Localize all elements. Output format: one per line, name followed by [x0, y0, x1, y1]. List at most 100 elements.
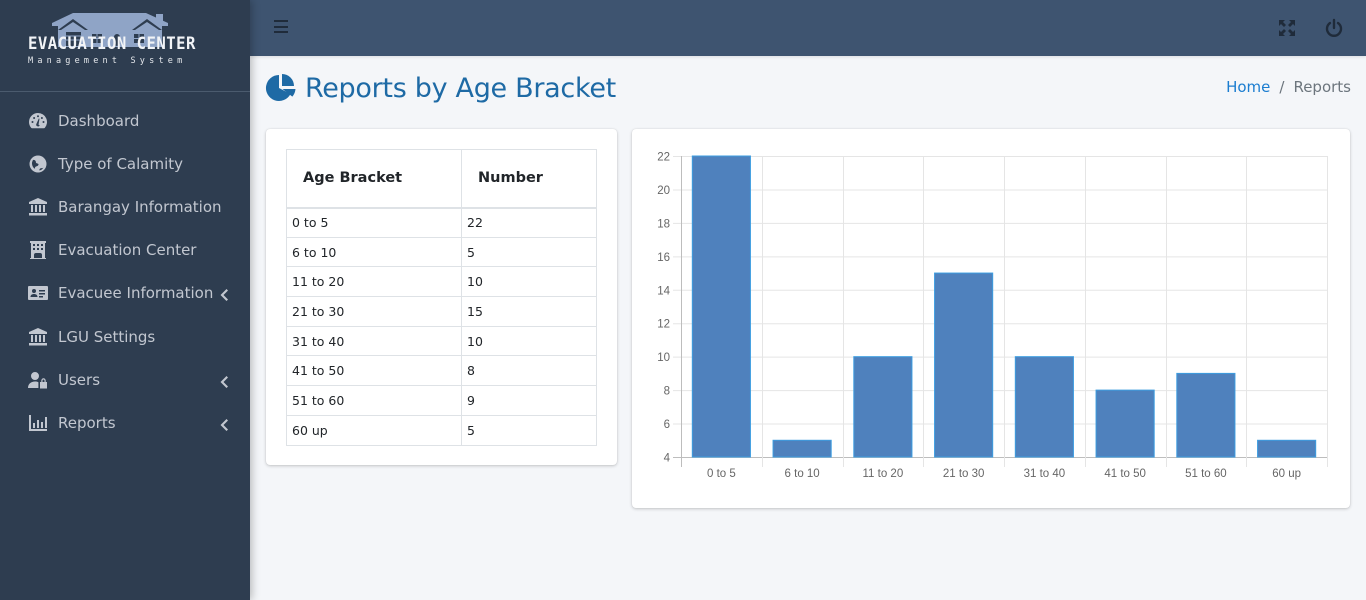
globe-icon: [27, 154, 49, 174]
chevron-left-icon[interactable]: [220, 417, 228, 431]
brand-title: EVACUATION CENTER: [28, 34, 196, 54]
table-row: 6 to 10 5: [286, 236, 597, 268]
number-cell: 22: [461, 207, 597, 238]
x-tick-label: 41 to 50: [1104, 468, 1146, 480]
page-title: Reports by Age Bracket: [265, 72, 616, 104]
sidebar-item-label: Evacuation Center: [58, 241, 197, 260]
sidebar-item-dashboard[interactable]: Dashboard: [0, 99, 250, 142]
sidebar: EVACUATION CENTER Management System Dash…: [0, 0, 250, 600]
sidebar-item-label: Evacuee Information: [58, 284, 214, 303]
number-cell: 15: [461, 296, 597, 327]
age-bracket-cell: 41 to 50: [286, 355, 462, 387]
bar-chart-icon: [27, 413, 49, 433]
breadcrumb-home-link[interactable]: Home: [1226, 78, 1270, 96]
y-tick-label: 18: [657, 218, 670, 230]
age-bracket-chart-card: 4 6 8 10 12 14 16 18 20 22 0 to 5 6 to 10 11 to 20 21…: [632, 129, 1350, 508]
page-heading: Reports by Age Bracket: [305, 72, 616, 104]
y-tick-label: 16: [657, 252, 670, 264]
brand-subtitle: Management System: [28, 56, 187, 66]
breadcrumb-separator: /: [1279, 78, 1285, 96]
y-tick-label: 20: [657, 185, 670, 197]
sidebar-item-lgu-settings[interactable]: LGU Settings: [0, 315, 250, 358]
id-card-icon: [27, 283, 49, 303]
sidebar-item-barangay-information[interactable]: Barangay Information: [0, 185, 250, 228]
age-bracket-cell: 31 to 40: [286, 325, 462, 357]
x-tick-label: 6 to 10: [785, 468, 820, 480]
table-row: 60 up 5: [286, 414, 597, 446]
y-tick-label: 12: [657, 319, 670, 331]
age-bracket-cell: 11 to 20: [286, 266, 462, 298]
bar: [1176, 372, 1236, 458]
breadcrumb-current: Reports: [1293, 78, 1351, 96]
y-tick-label: 6: [664, 419, 670, 431]
age-bracket-cell: 6 to 10: [286, 236, 462, 268]
chevron-left-icon[interactable]: [220, 374, 228, 388]
chevron-left-icon[interactable]: [220, 287, 228, 302]
number-cell: 5: [461, 414, 597, 446]
power-icon[interactable]: [1324, 18, 1344, 38]
number-cell: 10: [461, 325, 597, 357]
y-tick-label: 4: [664, 453, 671, 465]
sidebar-item-label: Users: [58, 370, 101, 389]
x-tick-label: 0 to 5: [707, 468, 736, 480]
landmark-icon: [27, 197, 49, 217]
x-tick-label: 21 to 30: [943, 468, 985, 480]
sidebar-item-label: Barangay Information: [58, 197, 222, 216]
x-tick-label: 11 to 20: [863, 468, 904, 480]
expand-icon[interactable]: [1277, 18, 1297, 38]
age-bracket-cell: 60 up: [286, 414, 462, 446]
column-header-number: Number: [461, 149, 597, 209]
bar: [1014, 356, 1074, 458]
y-tick-label: 22: [657, 152, 670, 164]
age-bracket-cell: 0 to 5: [286, 207, 462, 238]
bar: [934, 272, 994, 458]
table-header-row: Age Bracket Number: [286, 149, 597, 209]
sidebar-nav: Dashboard Type of Calamity Barangay Info…: [0, 99, 250, 445]
age-bracket-table-card: Age Bracket Number 0 to 5 22 6 to 10 5 11 …: [266, 129, 617, 465]
y-tick-label: 8: [664, 386, 670, 398]
table-row: 51 to 60 9: [286, 385, 597, 416]
bar: [1095, 389, 1155, 458]
table-row: 31 to 40 10: [286, 325, 597, 357]
sidebar-item-label: LGU Settings: [58, 327, 156, 346]
sidebar-item-reports[interactable]: Reports: [0, 401, 250, 444]
number-cell: 8: [461, 355, 597, 387]
sidebar-item-type-of-calamity[interactable]: Type of Calamity: [0, 142, 250, 185]
sidebar-item-evacuation-center[interactable]: Evacuation Center: [0, 229, 250, 272]
sidebar-item-label: Reports: [58, 413, 116, 432]
y-tick-label: 14: [657, 285, 670, 297]
bar: [853, 356, 913, 458]
x-tick-label: 31 to 40: [1024, 468, 1066, 480]
breadcrumb: Home / Reports: [1226, 78, 1351, 96]
brand[interactable]: EVACUATION CENTER Management System: [0, 0, 250, 92]
top-navbar: [250, 0, 1366, 56]
column-header-age-bracket: Age Bracket: [286, 149, 462, 209]
number-cell: 9: [461, 385, 597, 416]
number-cell: 10: [461, 266, 597, 298]
user-lock-icon: [27, 370, 49, 390]
bar: [772, 439, 832, 458]
pie-chart-icon: [265, 74, 296, 101]
y-tick-label: 10: [657, 352, 670, 364]
table-row: 11 to 20 10: [286, 266, 597, 298]
sidebar-item-label: Type of Calamity: [58, 154, 184, 173]
landmark-icon: [27, 327, 49, 347]
tachometer-icon: [27, 111, 49, 131]
building-icon: [27, 240, 49, 260]
bar: [691, 155, 751, 458]
age-bracket-bar-chart: 4 6 8 10 12 14 16 18 20 22 0 to 5 6 to 10 11 to 20 21…: [657, 152, 1328, 480]
age-bracket-cell: 51 to 60: [286, 385, 462, 416]
table-row: 41 to 50 8: [286, 355, 597, 387]
table-row: 0 to 5 22: [286, 207, 597, 238]
x-tick-label: 51 to 60: [1185, 468, 1227, 480]
number-cell: 5: [461, 236, 597, 268]
sidebar-item-evacuee-information[interactable]: Evacuee Information: [0, 272, 250, 315]
age-bracket-table: Age Bracket Number 0 to 5 22 6 to 10 5 11 …: [286, 149, 597, 446]
sidebar-item-users[interactable]: Users: [0, 358, 250, 401]
sidebar-item-label: Dashboard: [58, 111, 140, 130]
age-bracket-cell: 21 to 30: [286, 296, 462, 327]
table-row: 21 to 30 15: [286, 296, 597, 327]
bar: [1257, 439, 1317, 458]
hamburger-icon[interactable]: [274, 20, 288, 34]
x-tick-label: 60 up: [1272, 468, 1301, 480]
